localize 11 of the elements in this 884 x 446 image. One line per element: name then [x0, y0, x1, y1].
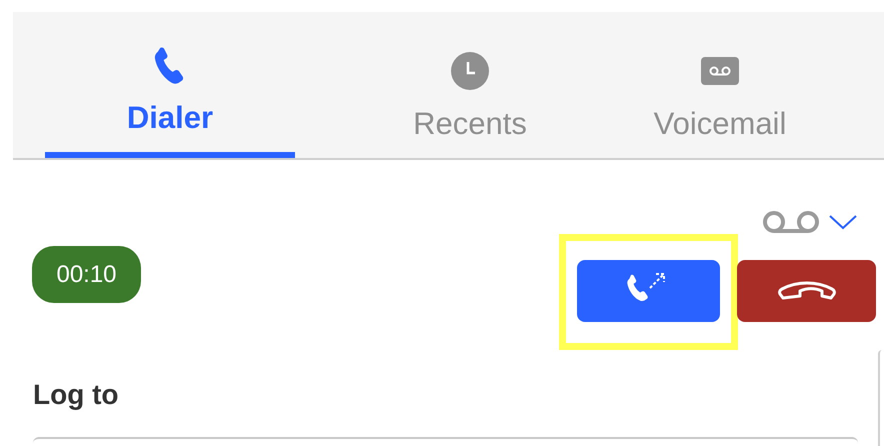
tab[interactable]: Dialer: [45, 12, 295, 158]
tab[interactable]: Recents: [345, 12, 595, 158]
chevron-down-icon[interactable]: [828, 214, 858, 230]
call-timer: 00:10: [32, 246, 141, 303]
log-to-label: Log to: [33, 379, 119, 410]
transfer-call-button[interactable]: [577, 260, 720, 322]
voicemail-icon[interactable]: [762, 210, 820, 234]
tab[interactable]: Voicemail: [595, 12, 845, 158]
voicemail-icon: [701, 57, 739, 85]
hang-up-button[interactable]: [737, 260, 876, 322]
clock-icon: [451, 52, 489, 90]
